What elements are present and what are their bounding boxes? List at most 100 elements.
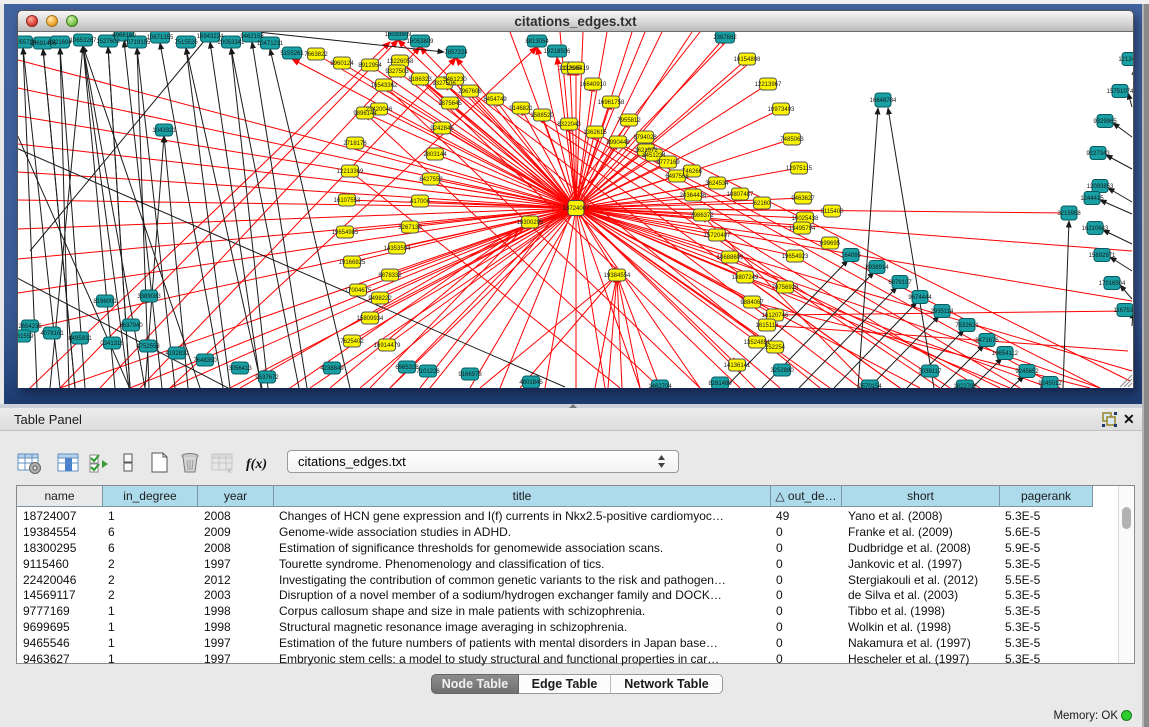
svg-text:17016504: 17016504 — [1099, 281, 1126, 287]
svg-text:6966160: 6966160 — [112, 33, 136, 39]
svg-text:9777169: 9777169 — [656, 160, 680, 166]
svg-text:20364436: 20364436 — [680, 193, 707, 199]
svg-text:16053809: 16053809 — [407, 39, 434, 45]
svg-text:1615112: 1615112 — [756, 323, 780, 329]
svg-text:16154808: 16154808 — [734, 57, 761, 63]
svg-text:7515526: 7515526 — [174, 40, 198, 46]
svg-text:10471211: 10471211 — [257, 41, 284, 47]
svg-text:10653267: 10653267 — [70, 38, 97, 44]
svg-text:3056413: 3056413 — [228, 366, 252, 372]
svg-text:79756928: 79756928 — [772, 285, 799, 291]
svg-text:8186323: 8186323 — [408, 77, 432, 83]
svg-text:16033809: 16033809 — [385, 32, 412, 38]
svg-text:2654235: 2654235 — [18, 324, 42, 330]
svg-text:8322043: 8322043 — [557, 122, 581, 128]
svg-text:15751074: 15751074 — [1107, 89, 1133, 95]
svg-text:15720407: 15720407 — [704, 233, 731, 239]
svg-text:6794028: 6794028 — [633, 135, 657, 141]
svg-text:3039117: 3039117 — [919, 369, 943, 375]
svg-text:10807487: 10807487 — [727, 192, 754, 198]
svg-text:8495931: 8495931 — [68, 336, 92, 342]
svg-text:20053341: 20053341 — [218, 40, 245, 46]
svg-text:10654112: 10654112 — [992, 351, 1019, 357]
svg-text:9462158: 9462158 — [240, 34, 264, 40]
svg-text:5155261: 5155261 — [280, 51, 304, 57]
svg-text:18724007: 18724007 — [563, 206, 590, 212]
svg-text:1043321: 1043321 — [152, 128, 176, 134]
svg-text:19166825: 19166825 — [339, 260, 366, 266]
svg-text:2967608: 2967608 — [458, 89, 482, 95]
svg-text:12093853: 12093853 — [1087, 184, 1114, 190]
svg-text:3215958: 3215958 — [1057, 211, 1081, 217]
svg-text:8451234: 8451234 — [642, 153, 666, 159]
svg-text:3875645: 3875645 — [438, 101, 462, 107]
svg-text:9463627: 9463627 — [791, 196, 815, 202]
svg-text:4078161: 4078161 — [40, 331, 64, 337]
svg-text:19384554: 19384554 — [604, 273, 631, 279]
svg-text:1527602: 1527602 — [96, 39, 120, 45]
svg-text:4801845: 4801845 — [519, 380, 543, 386]
svg-text:4752553: 4752553 — [136, 344, 160, 350]
svg-text:12213967: 12213967 — [755, 82, 782, 88]
svg-text:4192832: 4192832 — [165, 351, 189, 357]
svg-text:699695: 699695 — [820, 241, 841, 247]
svg-text:1167531: 1167531 — [1114, 308, 1133, 314]
svg-text:9498222: 9498222 — [368, 296, 392, 302]
svg-text:3252880: 3252880 — [770, 368, 794, 374]
svg-text:17004675: 17004675 — [345, 288, 372, 294]
svg-text:19654923: 19654923 — [782, 254, 809, 260]
svg-text:f(x): f(x) — [246, 457, 267, 472]
svg-text:8938914: 8938914 — [865, 265, 889, 271]
svg-text:1161559: 1161559 — [18, 334, 34, 340]
svg-text:9227343: 9227343 — [1086, 151, 1110, 157]
svg-text:14353594: 14353594 — [384, 246, 411, 252]
svg-text:16640910: 16640910 — [580, 82, 607, 88]
svg-text:16120746: 16120746 — [762, 313, 789, 319]
svg-text:18807249: 18807249 — [732, 275, 759, 281]
svg-text:9242845: 9242845 — [430, 126, 454, 132]
svg-text:62160: 62160 — [754, 201, 771, 207]
svg-text:8454749: 8454749 — [483, 97, 507, 103]
svg-text:9146821: 9146821 — [509, 106, 533, 112]
svg-text:9245652: 9245652 — [1015, 369, 1039, 375]
svg-text:164095: 164095 — [841, 253, 862, 259]
svg-text:7101226: 7101226 — [416, 369, 440, 375]
svg-text:10973493: 10973493 — [768, 107, 795, 113]
svg-text:9570154: 9570154 — [858, 384, 882, 388]
svg-text:1822782: 1822782 — [953, 384, 977, 388]
svg-text:9329965: 9329965 — [1093, 119, 1117, 125]
svg-text:5461230: 5461230 — [443, 77, 467, 83]
svg-text:7857224: 7857224 — [444, 50, 468, 56]
svg-text:252254: 252254 — [765, 345, 786, 351]
svg-text:8427552: 8427552 — [419, 177, 443, 183]
svg-text:0341316: 0341316 — [100, 341, 124, 347]
svg-text:12213369: 12213369 — [337, 169, 364, 175]
svg-text:8990448: 8990448 — [606, 140, 630, 146]
svg-text:8471676: 8471676 — [975, 338, 999, 344]
svg-text:2718176: 2718176 — [343, 141, 367, 147]
svg-text:2803144: 2803144 — [423, 152, 447, 158]
svg-text:6879197: 6879197 — [888, 280, 912, 286]
svg-text:7625402: 7625402 — [340, 339, 364, 345]
svg-text:1462704: 1462704 — [648, 384, 672, 388]
svg-text:746266: 746266 — [682, 169, 703, 175]
svg-text:8196001: 8196001 — [93, 299, 117, 305]
svg-text:16648784: 16648784 — [870, 98, 897, 104]
svg-text:3624534: 3624534 — [705, 181, 729, 187]
svg-text:9245012: 9245012 — [1038, 381, 1062, 387]
svg-text:15809934: 15809934 — [357, 316, 384, 322]
svg-text:x: x — [227, 465, 232, 475]
svg-text:1362615: 1362615 — [583, 130, 607, 136]
svg-text:16914479: 16914479 — [374, 343, 401, 349]
svg-text:12975115: 12975115 — [786, 166, 813, 172]
svg-text:417006: 417006 — [410, 199, 431, 205]
svg-text:13495794: 13495794 — [789, 226, 816, 232]
svg-text:8960124: 8960124 — [330, 61, 354, 67]
svg-text:16961758: 16961758 — [598, 100, 625, 106]
svg-text:9166978: 9166978 — [458, 372, 482, 378]
svg-text:8637940: 8637940 — [119, 323, 143, 329]
svg-text:1212453: 1212453 — [1118, 57, 1133, 63]
svg-text:15692971: 15692971 — [1089, 253, 1116, 259]
svg-text:3389083: 3389083 — [137, 294, 161, 300]
svg-text:9674444: 9674444 — [908, 295, 932, 301]
